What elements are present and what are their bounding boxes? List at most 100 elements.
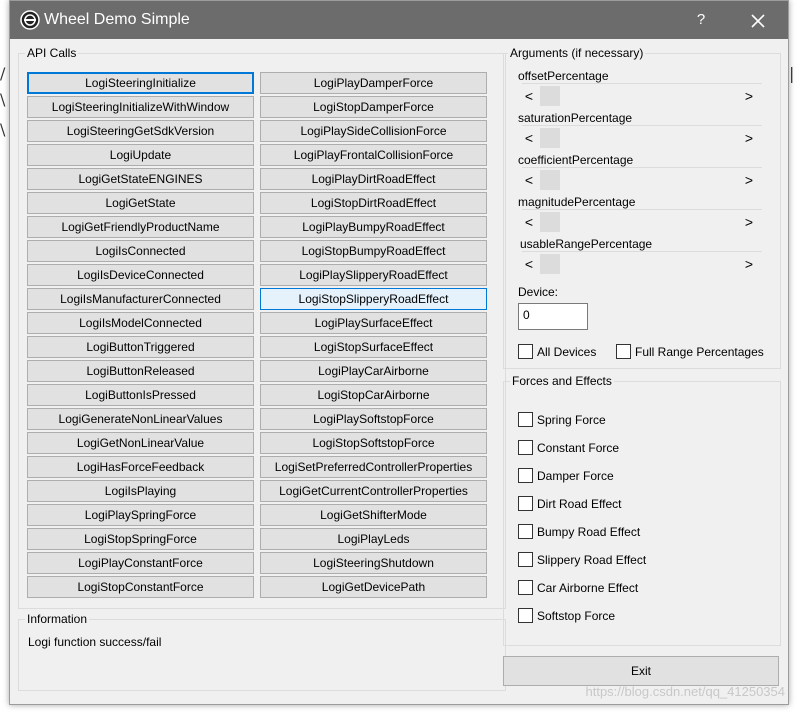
chevron-left-icon[interactable]: < [522,170,536,190]
api-button-logibuttonreleased[interactable]: LogiButtonReleased [27,360,254,382]
api-button-logisteeringshutdown[interactable]: LogiSteeringShutdown [260,552,487,574]
device-input[interactable]: 0 [518,303,588,330]
api-button-logiplaysidecollisionforce[interactable]: LogiPlaySideCollisionForce [260,120,487,142]
api-button-logiplaysoftstopforce[interactable]: LogiPlaySoftstopForce [260,408,487,430]
checkbox-box[interactable] [616,344,631,359]
api-button-logiisdeviceconnected[interactable]: LogiIsDeviceConnected [27,264,254,286]
checkbox-box[interactable] [518,608,533,623]
full-range-label: Full Range Percentages [635,345,764,359]
slider-magnitudepercentage[interactable]: < > [522,209,762,232]
checkbox-box[interactable] [518,440,533,455]
api-button-logiplaybumpyroadeffect[interactable]: LogiPlayBumpyRoadEffect [260,216,487,238]
checkbox-box[interactable] [518,580,533,595]
api-button-logistopsoftstopforce[interactable]: LogiStopSoftstopForce [260,432,487,454]
slider-track [522,83,762,84]
api-button-logigetcurrentcontrollerproperties[interactable]: LogiGetCurrentControllerProperties [260,480,487,502]
api-button-logigetdevicepath[interactable]: LogiGetDevicePath [260,576,487,598]
slider-saturationpercentage[interactable]: < > [522,125,762,148]
force-label: Car Airborne Effect [537,581,639,595]
force-label: Softstop Force [537,609,616,623]
force-label: Slippery Road Effect [537,553,647,567]
title-bar: Wheel Demo Simple ? [10,1,788,39]
device-label: Device: [518,285,559,299]
chevron-right-icon[interactable]: > [742,254,756,274]
api-button-logiismanufacturerconnected[interactable]: LogiIsManufacturerConnected [27,288,254,310]
chevron-right-icon[interactable]: > [742,170,756,190]
help-button[interactable]: ? [690,9,712,31]
chevron-right-icon[interactable]: > [742,128,756,148]
api-button-logistopslipperyroadeffect[interactable]: LogiStopSlipperyRoadEffect [260,288,487,310]
background-page-text: | [789,64,795,83]
slider-coefficientpercentage[interactable]: < > [522,167,762,190]
chevron-left-icon[interactable]: < [522,254,536,274]
api-button-logiplaysurfaceeffect[interactable]: LogiPlaySurfaceEffect [260,312,487,334]
chevron-right-icon[interactable]: > [742,212,756,232]
api-button-logigetstate[interactable]: LogiGetState [27,192,254,214]
force-label: Bumpy Road Effect [537,525,641,539]
api-button-logisteeringinitializewithwindow[interactable]: LogiSteeringInitializeWithWindow [27,96,254,118]
checkbox-box[interactable] [518,468,533,483]
api-button-logiplayconstantforce[interactable]: LogiPlayConstantForce [27,552,254,574]
forces-label: Forces and Effects [510,374,614,388]
api-button-logistopspringforce[interactable]: LogiStopSpringForce [27,528,254,550]
all-devices-label: All Devices [537,345,597,359]
api-button-logistopbumpyroadeffect[interactable]: LogiStopBumpyRoadEffect [260,240,487,262]
slider-thumb[interactable] [540,212,560,232]
api-button-logibuttonispressed[interactable]: LogiButtonIsPressed [27,384,254,406]
checkbox-box[interactable] [518,344,533,359]
chevron-left-icon[interactable]: < [522,86,536,106]
exit-button[interactable]: Exit [503,656,779,686]
slider-label-offsetpercentage: offsetPercentage [518,69,609,83]
api-button-logisteeringinitialize[interactable]: LogiSteeringInitialize [27,72,254,94]
slider-thumb[interactable] [540,254,560,274]
api-button-logiisplaying[interactable]: LogiIsPlaying [27,480,254,502]
api-button-logistopsurfaceeffect[interactable]: LogiStopSurfaceEffect [260,336,487,358]
api-button-logistopdirtroadeffect[interactable]: LogiStopDirtRoadEffect [260,192,487,214]
checkbox-box[interactable] [518,496,533,511]
information-group [18,619,506,691]
api-button-logiplayfrontalcollisionforce[interactable]: LogiPlayFrontalCollisionForce [260,144,487,166]
api-button-logiplayspringforce[interactable]: LogiPlaySpringForce [27,504,254,526]
steering-wheel-icon [20,10,40,30]
api-button-logiplayleds[interactable]: LogiPlayLeds [260,528,487,550]
background-page-text: \ [0,90,6,109]
api-button-logigetshiftermode[interactable]: LogiGetShifterMode [260,504,487,526]
slider-thumb[interactable] [540,128,560,148]
slider-offsetpercentage[interactable]: < > [522,83,762,106]
slider-track [522,251,762,252]
slider-thumb[interactable] [540,170,560,190]
api-button-logistopdamperforce[interactable]: LogiStopDamperForce [260,96,487,118]
api-button-logiismodelconnected[interactable]: LogiIsModelConnected [27,312,254,334]
api-button-logiplaydamperforce[interactable]: LogiPlayDamperForce [260,72,487,94]
checkbox-box[interactable] [518,412,533,427]
arguments-label: Arguments (if necessary) [508,46,646,60]
api-button-logibuttontriggered[interactable]: LogiButtonTriggered [27,336,254,358]
checkbox-box[interactable] [518,524,533,539]
api-button-logigetstateengines[interactable]: LogiGetStateENGINES [27,168,254,190]
api-button-logiisconnected[interactable]: LogiIsConnected [27,240,254,262]
api-button-logiupdate[interactable]: LogiUpdate [27,144,254,166]
checkbox-box[interactable] [518,552,533,567]
force-label: Damper Force [537,469,614,483]
chevron-left-icon[interactable]: < [522,212,536,232]
slider-usablerangepercentage[interactable]: < > [522,251,762,274]
api-button-logigetfriendlyproductname[interactable]: LogiGetFriendlyProductName [27,216,254,238]
close-icon[interactable] [746,9,770,33]
api-button-logiplaycarairborne[interactable]: LogiPlayCarAirborne [260,360,487,382]
api-button-logihasforcefeedback[interactable]: LogiHasForceFeedback [27,456,254,478]
chevron-left-icon[interactable]: < [522,128,536,148]
slider-track [522,167,762,168]
api-button-logistopconstantforce[interactable]: LogiStopConstantForce [27,576,254,598]
chevron-right-icon[interactable]: > [742,86,756,106]
force-label: Spring Force [537,413,606,427]
api-button-logiplaydirtroadeffect[interactable]: LogiPlayDirtRoadEffect [260,168,487,190]
api-button-logistopcarairborne[interactable]: LogiStopCarAirborne [260,384,487,406]
api-button-logisetpreferredcontrollerproperties[interactable]: LogiSetPreferredControllerProperties [260,456,487,478]
api-button-logisteeringgetsdkversion[interactable]: LogiSteeringGetSdkVersion [27,120,254,142]
api-button-logiplayslipperyroadeffect[interactable]: LogiPlaySlipperyRoadEffect [260,264,487,286]
api-button-logigeneratenonlinearvalues[interactable]: LogiGenerateNonLinearValues [27,408,254,430]
slider-label-magnitudepercentage: magnitudePercentage [518,195,636,209]
api-button-logigetnonlinearvalue[interactable]: LogiGetNonLinearValue [27,432,254,454]
slider-thumb[interactable] [540,86,560,106]
slider-track [522,209,762,210]
